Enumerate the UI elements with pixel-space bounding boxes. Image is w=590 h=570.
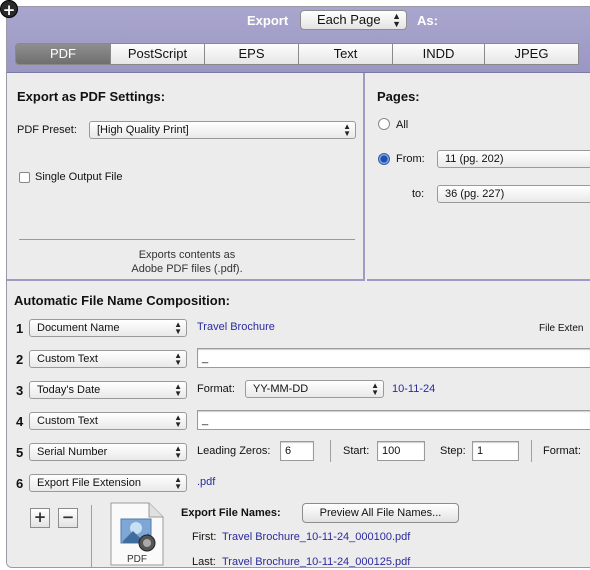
updown-arrows-icon: ▲ ▼ <box>392 11 401 29</box>
single-output-label: Single Output File <box>35 171 123 183</box>
updown-arrows-icon: ▲ ▼ <box>174 351 182 367</box>
description-line: Adobe PDF files (.pdf). <box>131 263 243 275</box>
pdf-icon-caption: PDF <box>127 554 147 565</box>
single-output-checkbox[interactable] <box>19 172 30 183</box>
custom-text-field-4[interactable]: _ <box>197 410 590 430</box>
file-extension-header: File Exten <box>539 323 584 334</box>
pages-from-label: From: <box>396 153 425 165</box>
last-label: Last: <box>192 556 216 568</box>
component-type: Export File Extension <box>37 477 141 489</box>
tab-jpeg[interactable]: JPEG <box>485 43 579 65</box>
last-file-name: Travel Brochure_10-11-24_000125.pdf <box>222 556 411 568</box>
export-window: Export Each Page ▲ ▼ As: PDF PostScript E… <box>6 6 590 568</box>
start-label: Start: <box>343 445 370 457</box>
component-popup-5[interactable]: Serial Number ▲ ▼ <box>29 443 187 461</box>
component-popup-4[interactable]: Custom Text ▲ ▼ <box>29 412 187 430</box>
custom-text-field-2[interactable]: _ <box>197 348 590 368</box>
pages-all-label: All <box>396 119 409 131</box>
component-type: Serial Number <box>37 446 108 458</box>
component-popup-2[interactable]: Custom Text ▲ ▼ <box>29 350 187 368</box>
pages-from-popup[interactable]: 11 (pg. 202) <box>437 150 590 168</box>
date-preview: 10-11-24 <box>392 383 436 395</box>
updown-arrows-icon: ▲ ▼ <box>343 122 351 138</box>
component-popup-1[interactable]: Document Name ▲ ▼ <box>29 319 187 337</box>
description-line: Exports contents as <box>138 249 236 261</box>
tab-eps[interactable]: EPS <box>205 43 299 65</box>
pdf-description: Exports contents as Adobe PDF files (.pd… <box>107 248 267 276</box>
row-number: 4 <box>16 414 24 429</box>
row-number: 3 <box>16 383 24 398</box>
component-type: Document Name <box>37 322 120 334</box>
as-label: As: <box>417 13 438 28</box>
component-value-1: Travel Brochure <box>197 321 275 333</box>
divider <box>19 239 355 240</box>
remove-component-button[interactable]: − <box>58 508 78 528</box>
preview-file-names-button[interactable]: Preview All File Names... <box>302 503 459 523</box>
separator <box>531 440 532 462</box>
tab-pdf[interactable]: PDF <box>15 43 111 65</box>
pdf-file-icon: PDF <box>110 502 164 566</box>
tab-postscript[interactable]: PostScript <box>111 43 205 65</box>
date-format-label: Format: <box>197 383 235 395</box>
row-number: 1 <box>16 321 24 336</box>
pages-panel: Pages: All From: 11 (pg. 202) to: 36 (pg… <box>367 73 590 281</box>
pdf-settings-panel: Export as PDF Settings: PDF Preset: [Hig… <box>7 73 365 281</box>
leading-zeros-field[interactable]: 6 <box>280 441 314 461</box>
format-tabs: PDF PostScript EPS Text INDD JPEG <box>15 43 579 65</box>
component-type: Custom Text <box>37 353 98 365</box>
pages-to-value: 36 (pg. 227) <box>445 188 505 200</box>
file-name-panel: Automatic File Name Composition: File Ex… <box>7 283 590 568</box>
updown-arrows-icon: ▲ ▼ <box>174 413 182 429</box>
extension-value: .pdf <box>197 476 216 488</box>
component-popup-3[interactable]: Today's Date ▲ ▼ <box>29 381 187 399</box>
pages-from-value: 11 (pg. 202) <box>445 153 504 165</box>
first-label: First: <box>192 531 217 543</box>
add-component-button[interactable]: + <box>30 508 50 528</box>
pdf-settings-title: Export as PDF Settings: <box>17 89 166 104</box>
updown-arrows-icon: ▲ ▼ <box>174 444 182 460</box>
pages-from-radio[interactable] <box>378 153 390 165</box>
separator <box>330 440 331 462</box>
updown-arrows-icon: ▲ ▼ <box>174 382 182 398</box>
pages-title: Pages: <box>377 89 420 104</box>
export-scope-value: Each Page <box>317 12 381 27</box>
row-number: 6 <box>16 476 24 491</box>
export-label: Export <box>247 13 289 28</box>
updown-arrows-icon: ▲ ▼ <box>174 475 182 491</box>
date-format-popup[interactable]: YY-MM-DD ▲ ▼ <box>245 380 384 398</box>
pdf-preset-label: PDF Preset: <box>17 124 77 136</box>
export-file-names-label: Export File Names: <box>181 507 281 519</box>
pdf-preset-popup[interactable]: [High Quality Print] ▲ ▼ <box>89 121 356 139</box>
date-format-value: YY-MM-DD <box>253 383 309 395</box>
pages-all-radio[interactable] <box>378 118 390 130</box>
file-name-title: Automatic File Name Composition: <box>14 293 230 308</box>
pages-to-popup[interactable]: 36 (pg. 227) <box>437 185 590 203</box>
updown-arrows-icon: ▲ ▼ <box>371 381 379 397</box>
updown-arrows-icon: ▲ ▼ <box>174 320 182 336</box>
serial-format-label: Format: <box>543 445 581 457</box>
tab-indd[interactable]: INDD <box>393 43 485 65</box>
step-field[interactable]: 1 <box>472 441 519 461</box>
add-icon[interactable]: + <box>0 0 18 19</box>
pages-to-label: to: <box>412 188 425 200</box>
separator <box>91 505 92 567</box>
export-header: Export Each Page ▲ ▼ As: PDF PostScript E… <box>7 7 590 73</box>
row-number: 2 <box>16 352 24 367</box>
component-popup-6[interactable]: Export File Extension ▲ ▼ <box>29 474 187 492</box>
first-file-name: Travel Brochure_10-11-24_000100.pdf <box>222 531 411 543</box>
tab-text[interactable]: Text <box>299 43 393 65</box>
export-scope-popup[interactable]: Each Page ▲ ▼ <box>300 10 407 30</box>
leading-zeros-label: Leading Zeros: <box>197 445 271 457</box>
pdf-preset-value: [High Quality Print] <box>97 124 189 136</box>
row-number: 5 <box>16 445 24 460</box>
step-label: Step: <box>440 445 466 457</box>
start-field[interactable]: 100 <box>377 441 425 461</box>
component-type: Today's Date <box>37 384 101 396</box>
component-type: Custom Text <box>37 415 98 427</box>
